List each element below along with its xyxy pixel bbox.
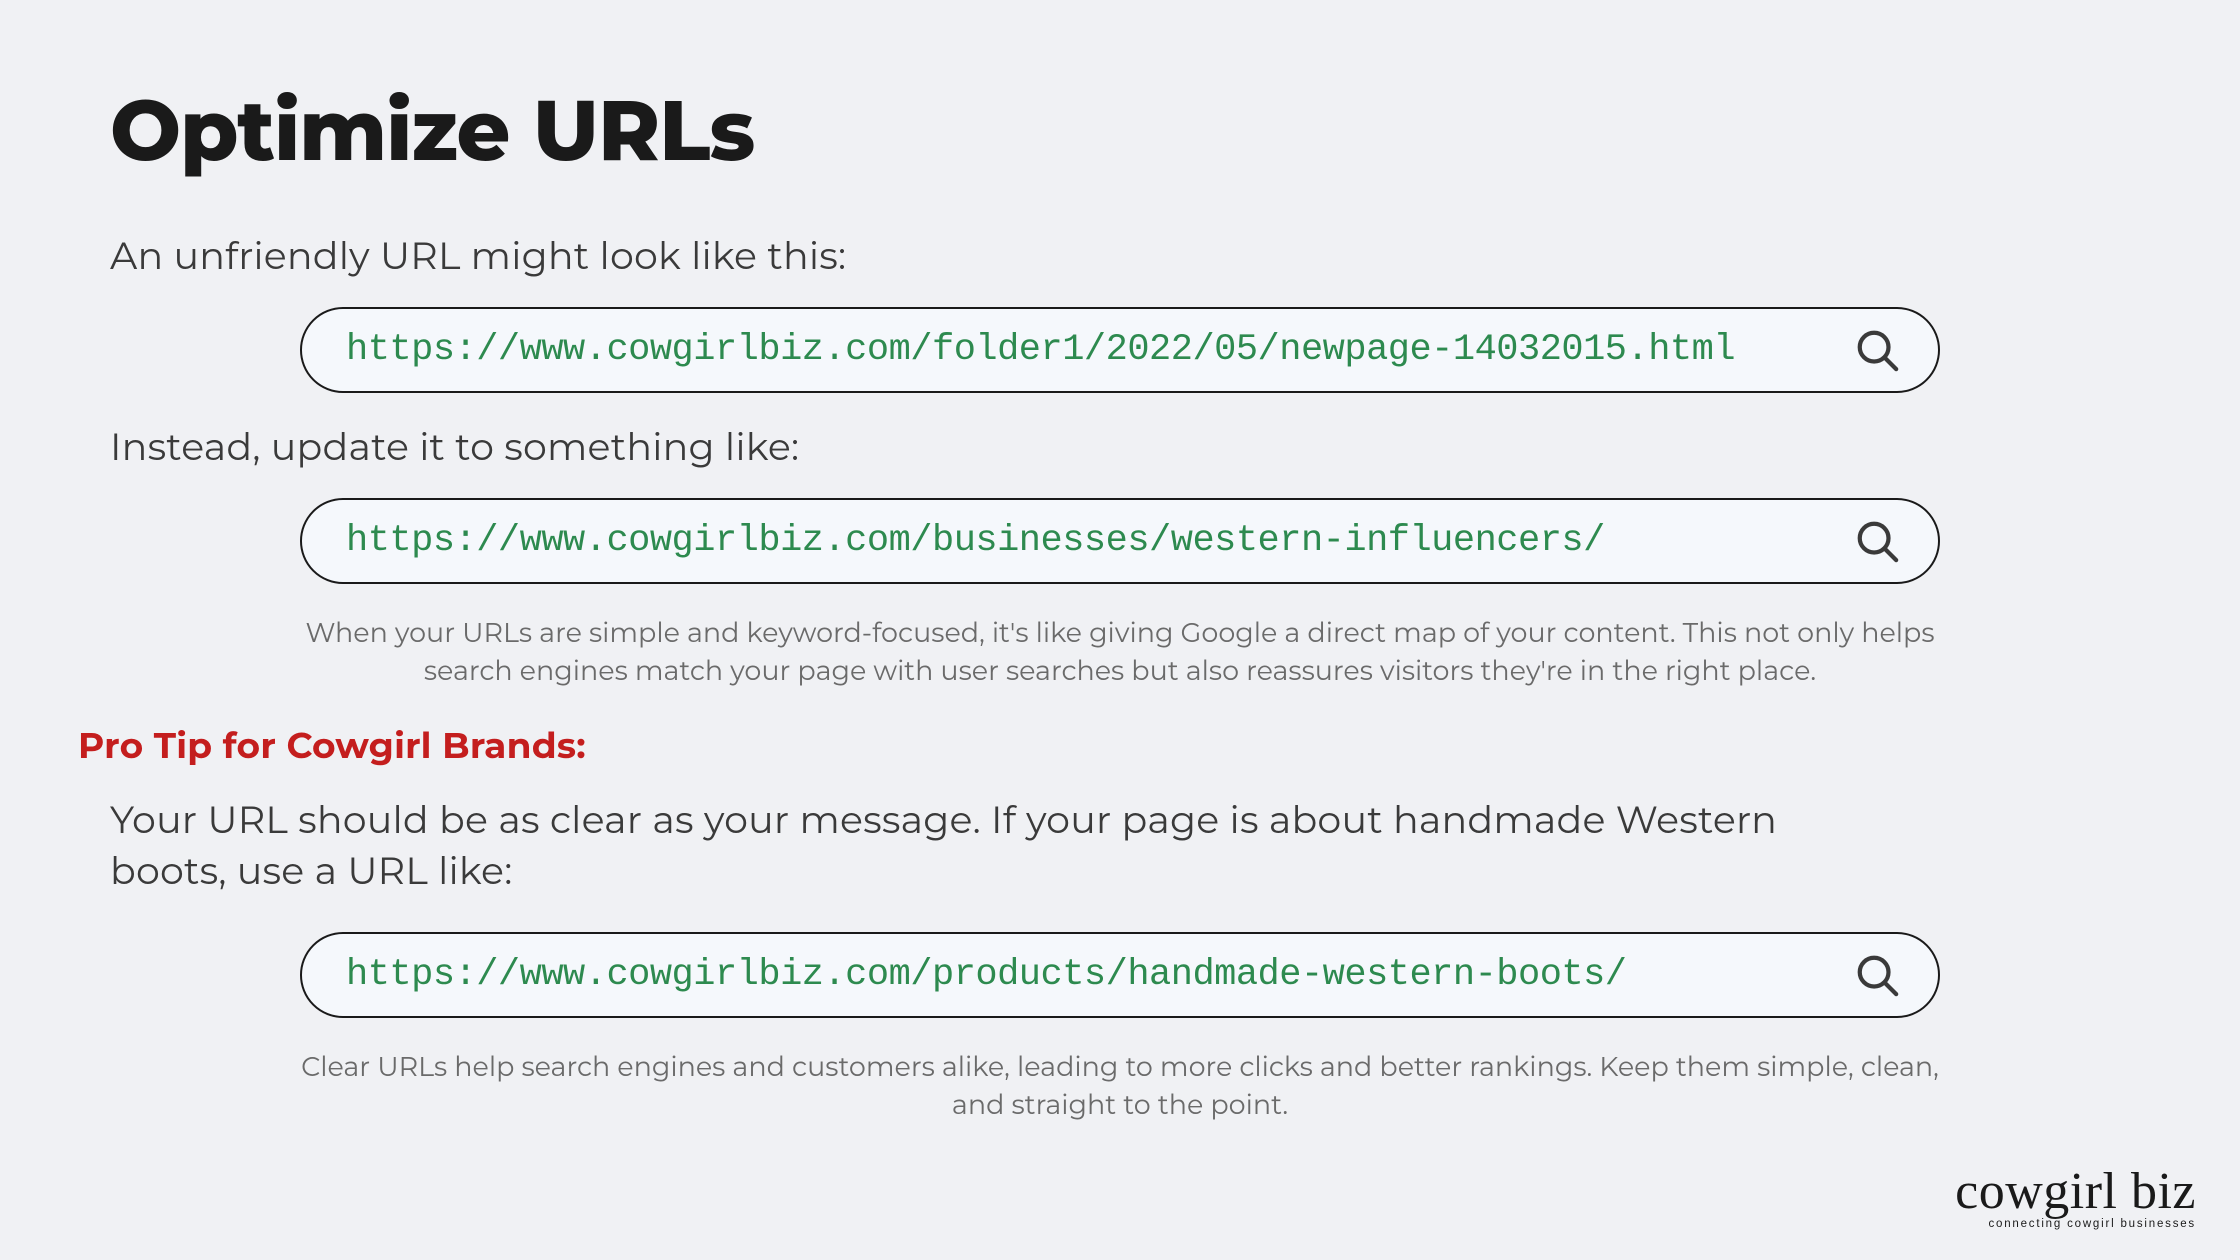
explanation-seo: When your URLs are simple and keyword-fo…: [300, 614, 1940, 690]
url-text-good: https://www.cowgirlbiz.com/businesses/we…: [346, 520, 1605, 562]
search-icon: [1854, 518, 1900, 564]
intro-unfriendly: An unfriendly URL might look like this:: [110, 232, 2130, 279]
pro-tip-text: Your URL should be as clear as your mess…: [110, 794, 1790, 897]
page-title: Optimize URLs: [110, 80, 2130, 182]
intro-friendly: Instead, update it to something like:: [110, 423, 2130, 470]
pro-tip-heading: Pro Tip for Cowgirl Brands:: [78, 724, 2130, 768]
logo-main-text: cowgirl biz: [1955, 1169, 2196, 1216]
url-text-tip: https://www.cowgirlbiz.com/products/hand…: [346, 954, 1627, 996]
url-text-bad: https://www.cowgirlbiz.com/folder1/2022/…: [346, 329, 1735, 371]
search-icon: [1854, 327, 1900, 373]
explanation-closing: Clear URLs help search engines and custo…: [300, 1048, 1940, 1124]
url-bar-tip-example: https://www.cowgirlbiz.com/products/hand…: [300, 932, 1940, 1018]
logo-tagline: connecting cowgirl businesses: [1955, 1218, 2196, 1230]
url-bar-bad-example: https://www.cowgirlbiz.com/folder1/2022/…: [300, 307, 1940, 393]
brand-logo: cowgirl biz connecting cowgirl businesse…: [1955, 1169, 2196, 1230]
search-icon: [1854, 952, 1900, 998]
url-bar-good-example: https://www.cowgirlbiz.com/businesses/we…: [300, 498, 1940, 584]
